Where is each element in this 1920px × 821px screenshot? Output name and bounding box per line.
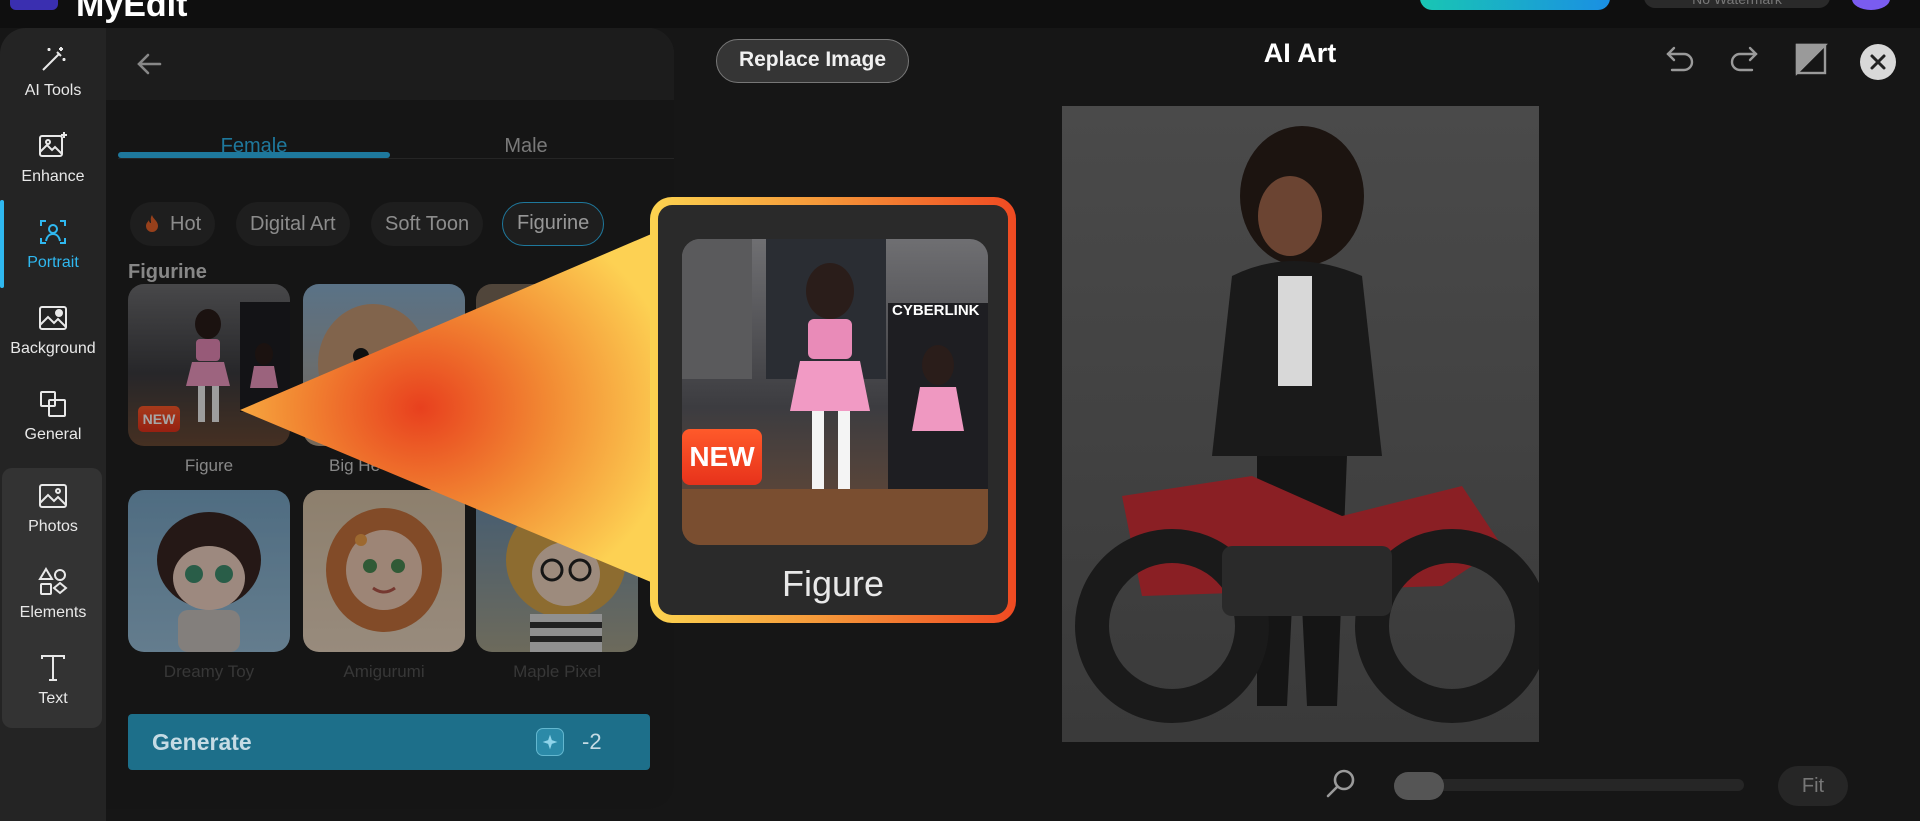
text-icon [41, 655, 65, 681]
fire-icon [146, 215, 158, 232]
generate-cost: -2 [582, 729, 602, 754]
watermark-pill[interactable]: No Watermark [1644, 0, 1830, 8]
figure-preview-image: CYBERLINK [682, 239, 988, 545]
rail-item-general[interactable]: General [0, 374, 106, 458]
credit-icon [536, 728, 564, 756]
style-card-figure[interactable]: NEW [128, 284, 290, 446]
close-button[interactable] [1860, 44, 1896, 80]
rail-item-photos[interactable]: Photos [0, 466, 106, 550]
style-label-dreamy-toy: Dreamy Toy [163, 662, 255, 681]
style-card-big-head[interactable] [303, 284, 465, 446]
big-head-thumbnail-image [318, 304, 428, 424]
rail-label: General [24, 426, 82, 443]
replace-image-button[interactable]: Replace Image [716, 39, 909, 83]
style-label-figure: Figure [184, 456, 234, 475]
maple-pixel-thumbnail-image [506, 502, 626, 652]
rail-label: Enhance [21, 168, 85, 185]
tab-male[interactable]: Male [390, 100, 662, 186]
style-label-big-head: Big He [329, 456, 381, 475]
chip-figurine[interactable]: Figurine [502, 202, 605, 246]
panel-header [106, 28, 674, 100]
magic-wand-icon [42, 47, 66, 71]
rail-item-text[interactable]: Text [0, 638, 106, 722]
zoom-icon [1326, 769, 1355, 798]
page-title: AI Art [1263, 38, 1337, 68]
style-card-3[interactable] [476, 284, 638, 446]
compare-icon[interactable] [1792, 40, 1830, 78]
tab-female[interactable]: Female [118, 100, 390, 186]
photos-icon [39, 484, 67, 508]
canvas-image[interactable] [1062, 106, 1539, 742]
generate-button[interactable]: Generate -2 [128, 714, 650, 770]
generate-label: Generate [152, 729, 252, 755]
style-panel: Female Male Hot Digital Art Soft Toon Fi… [106, 28, 674, 809]
redo-icon[interactable] [1726, 40, 1764, 78]
style-label-maple-pixel: Maple Pixel [513, 662, 601, 681]
elements-icon [38, 567, 68, 595]
rail-label: Background [10, 340, 96, 357]
style-card-amigurumi[interactable] [303, 490, 465, 652]
style-label-amigurumi: Amigurumi [343, 662, 425, 681]
top-bar: MyEdit No Watermark [0, 0, 1920, 28]
fit-button[interactable]: Fit [1778, 766, 1848, 806]
rail-item-portrait[interactable]: Portrait [0, 202, 106, 286]
rail-label: Photos [28, 518, 78, 535]
callout-brand-text: CYBERLINK [892, 302, 980, 319]
portrait-photo [1075, 126, 1539, 723]
app-name: MyEdit [76, 0, 188, 24]
callout-image: CYBERLINK [682, 239, 988, 545]
callout-new-badge: NEW [682, 429, 762, 485]
back-arrow-icon[interactable] [132, 46, 168, 82]
tab-divider [118, 158, 674, 159]
background-icon [39, 306, 67, 330]
rail-label: AI Tools [24, 82, 82, 99]
portrait-icon [40, 220, 66, 244]
style-card-maple-pixel[interactable] [476, 490, 638, 652]
section-title: Figurine [128, 261, 207, 283]
rail-label: Text [38, 690, 68, 707]
undo-icon[interactable] [1660, 40, 1698, 78]
general-icon [40, 391, 66, 417]
image-enhance-icon [39, 132, 67, 157]
rail-item-enhance[interactable]: Enhance [0, 116, 106, 200]
rail-label: Elements [19, 604, 87, 621]
rail-item-ai-tools[interactable]: AI Tools [0, 30, 106, 114]
dreamy-toy-thumbnail-image [157, 512, 261, 652]
rail-item-elements[interactable]: Elements [0, 552, 106, 636]
chip-digital-art[interactable]: Digital Art [236, 202, 350, 246]
close-icon [1870, 54, 1886, 70]
chip-soft-toon[interactable]: Soft Toon [371, 202, 484, 246]
zoom-slider-knob[interactable] [1394, 772, 1444, 800]
chip-hot[interactable]: Hot [130, 202, 216, 246]
style-card-dreamy-toy[interactable] [128, 490, 290, 652]
callout-card: CYBERLINK NEW Figure [658, 205, 1008, 615]
callout-label: Figure [781, 563, 885, 604]
zoom-slider-track[interactable] [1394, 779, 1744, 791]
app-logo-icon [10, 0, 58, 10]
amigurumi-thumbnail-image [326, 508, 442, 632]
rail-item-background[interactable]: Background [0, 288, 106, 372]
rail-label: Portrait [27, 254, 79, 271]
avatar[interactable] [1852, 0, 1890, 10]
callout-zoom: CYBERLINK NEW Figure [650, 197, 1016, 623]
new-badge: NEW [138, 406, 180, 432]
chip-label: Hot [170, 213, 202, 235]
gender-tabs: Female Male [118, 100, 674, 188]
upgrade-button[interactable] [1420, 0, 1610, 10]
